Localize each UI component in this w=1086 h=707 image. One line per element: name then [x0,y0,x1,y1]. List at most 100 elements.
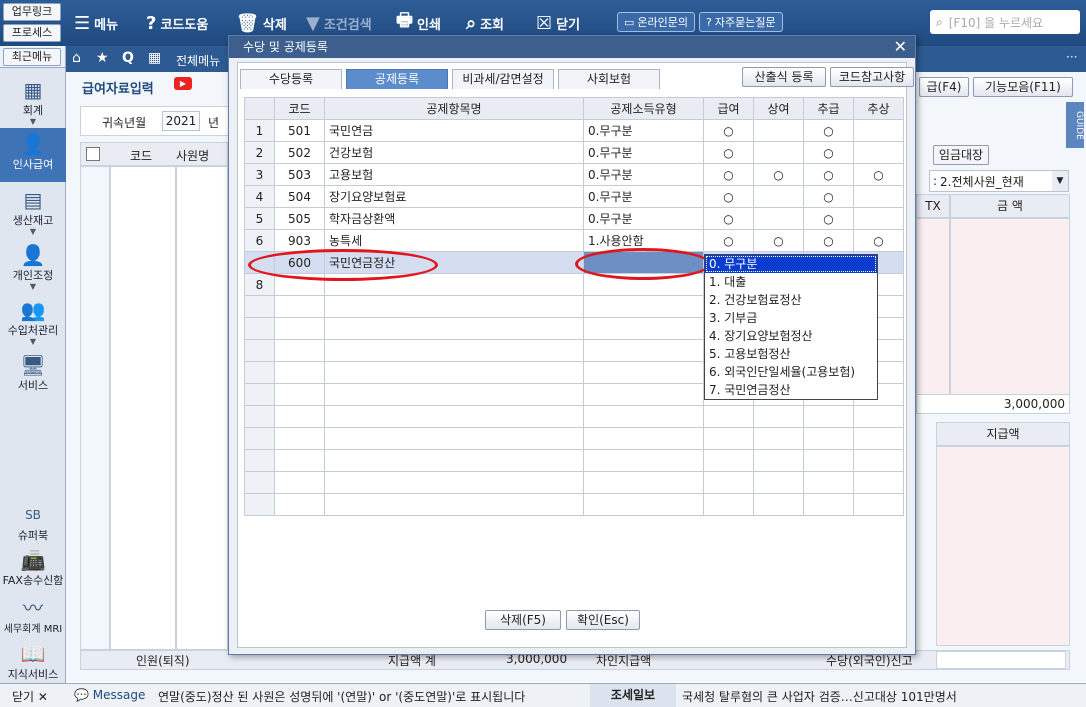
grid-row[interactable] [244,449,904,472]
empty-cell[interactable] [753,405,804,428]
mark-cell[interactable]: ○ [853,229,904,252]
employee-filter-select[interactable]: :2.전체사원_현재 ▼ [929,170,1069,192]
all-menu-link[interactable]: 전체메뉴 [176,52,220,69]
mark-cell[interactable] [853,185,904,208]
mark-cell[interactable]: ○ [703,141,754,164]
name-cell[interactable]: 고용보험 [324,163,584,186]
empty-cell[interactable] [324,339,584,362]
code-reference-button[interactable]: 코드참고사항 [830,67,914,87]
mark-cell[interactable]: ○ [753,229,804,252]
empty-cell[interactable] [274,317,325,340]
empty-cell[interactable] [324,361,584,384]
empty-cell[interactable] [803,471,854,494]
code-cell[interactable]: 505 [274,207,325,230]
name-cell[interactable]: 장기요양보험료 [324,185,584,208]
income-type-dropdown[interactable]: 0. 무구분 1. 대출 2. 건강보험료정산 3. 기부금 4. 장기요양보험정산 5.… [704,254,878,400]
mark-cell[interactable]: ○ [703,207,754,230]
tab-allowance[interactable]: 수당등록 [240,69,342,89]
quicklink-work[interactable]: 업무링크 [3,3,61,21]
code-cell[interactable]: 903 [274,229,325,252]
mark-cell[interactable]: ○ [803,119,854,142]
mark-cell[interactable] [853,141,904,164]
empty-cell[interactable] [274,493,325,516]
empty-cell[interactable] [803,405,854,428]
grid-row[interactable]: 5 505 학자금상환액 0.무구분 ○ ○ [244,207,904,230]
dropdown-option[interactable]: 7. 국민연금정산 [705,381,877,399]
empty-cell[interactable] [583,317,704,340]
name-cell[interactable]: 건강보험 [324,141,584,164]
nav-superbook[interactable]: SB 슈퍼북 [0,503,66,543]
empty-cell[interactable] [703,471,754,494]
mark-cell[interactable]: ○ [803,207,854,230]
grid-icon[interactable]: ▦ [148,50,161,66]
empty-cell[interactable] [703,493,754,516]
empty-cell[interactable] [853,449,904,472]
grid-row[interactable] [244,405,904,428]
grid-row[interactable]: 2 502 건강보험 0.무구분 ○ ○ [244,141,904,164]
mark-cell[interactable]: ○ [703,185,754,208]
mark-cell[interactable]: ○ [703,163,754,186]
name-cell[interactable]: 국민연금 [324,119,584,142]
select-all-checkbox[interactable] [86,147,100,161]
tab-social-insurance[interactable]: 사회보험 [558,69,660,89]
message-tab[interactable]: 💬 Message [74,688,145,702]
status-close-button[interactable]: 닫기 ✕ [12,688,48,705]
empty-cell[interactable] [324,295,584,318]
code-cell[interactable]: 501 [274,119,325,142]
year-input[interactable]: 2021 [162,111,200,131]
mark-cell[interactable] [753,119,804,142]
grid-row[interactable] [244,427,904,450]
empty-cell[interactable] [583,339,704,362]
dropdown-option[interactable]: 1. 대출 [705,273,877,291]
empty-cell[interactable] [583,405,704,428]
name-cell[interactable]: 학자금상환액 [324,207,584,230]
mark-cell[interactable] [753,141,804,164]
mark-cell[interactable]: ○ [803,163,854,186]
nav-fax[interactable]: 📠 FAX송수신함 [0,548,66,588]
dropdown-option[interactable]: 2. 건강보험료정산 [705,291,877,309]
empty-cell[interactable] [324,383,584,406]
empty-cell[interactable] [324,493,584,516]
pay-f4-button[interactable]: 급(F4) [919,77,969,97]
mark-cell[interactable]: ○ [753,163,804,186]
mark-cell[interactable] [753,207,804,230]
income-type-cell[interactable]: 0.무구분 [583,207,704,230]
empty-cell[interactable] [753,427,804,450]
empty-cell[interactable] [583,449,704,472]
functions-f11-button[interactable]: 기능모음(F11) [973,77,1073,97]
nav-service[interactable]: 🖥 서비스 [0,353,66,393]
nav-income-management[interactable]: 👥 수입처관리 ▼ [0,298,66,346]
empty-cell[interactable] [274,471,325,494]
empty-cell[interactable] [274,361,325,384]
empty-cell[interactable] [324,449,584,472]
nav-accounting[interactable]: ▦ 회계 ▼ [0,78,66,126]
dialog-close-icon[interactable]: ✕ [894,36,907,58]
grid-row[interactable] [244,471,904,494]
dropdown-option[interactable]: 5. 고용보험정산 [705,345,877,363]
empty-cell[interactable] [583,471,704,494]
empty-cell[interactable] [853,471,904,494]
empty-cell[interactable] [803,493,854,516]
formula-register-button[interactable]: 산출식 등록 [742,67,826,87]
empty-cell[interactable] [324,317,584,340]
guide-tab[interactable]: GUIDE [1066,102,1084,148]
tab-deduction[interactable]: 공제등록 [346,69,448,89]
footer-right-input[interactable] [936,651,1066,669]
dropdown-option[interactable]: 0. 무구분 [705,255,877,273]
nav-personal-adjust[interactable]: 👤 개인조정 ▼ [0,243,66,291]
quicklink-process[interactable]: 프로세스 [3,24,61,42]
empty-cell[interactable] [583,383,704,406]
empty-cell[interactable] [753,493,804,516]
code-cell[interactable]: 503 [274,163,325,186]
empty-cell[interactable] [583,427,704,450]
income-type-cell[interactable]: 0.무구분 [583,141,704,164]
home-icon[interactable]: ⌂ [72,50,81,66]
youtube-icon[interactable]: ▶ [174,77,192,90]
code-help-button[interactable]: ? 코드도움 [146,10,208,36]
dialog-confirm-button[interactable]: 확인(Esc) [566,610,640,630]
mark-cell[interactable]: ○ [803,229,854,252]
grid-row[interactable]: 4 504 장기요양보험료 0.무구분 ○ ○ [244,185,904,208]
nav-knowledge[interactable]: 📖 지식서비스 [0,642,66,682]
empty-cell[interactable] [703,405,754,428]
dropdown-option[interactable]: 4. 장기요양보험정산 [705,327,877,345]
